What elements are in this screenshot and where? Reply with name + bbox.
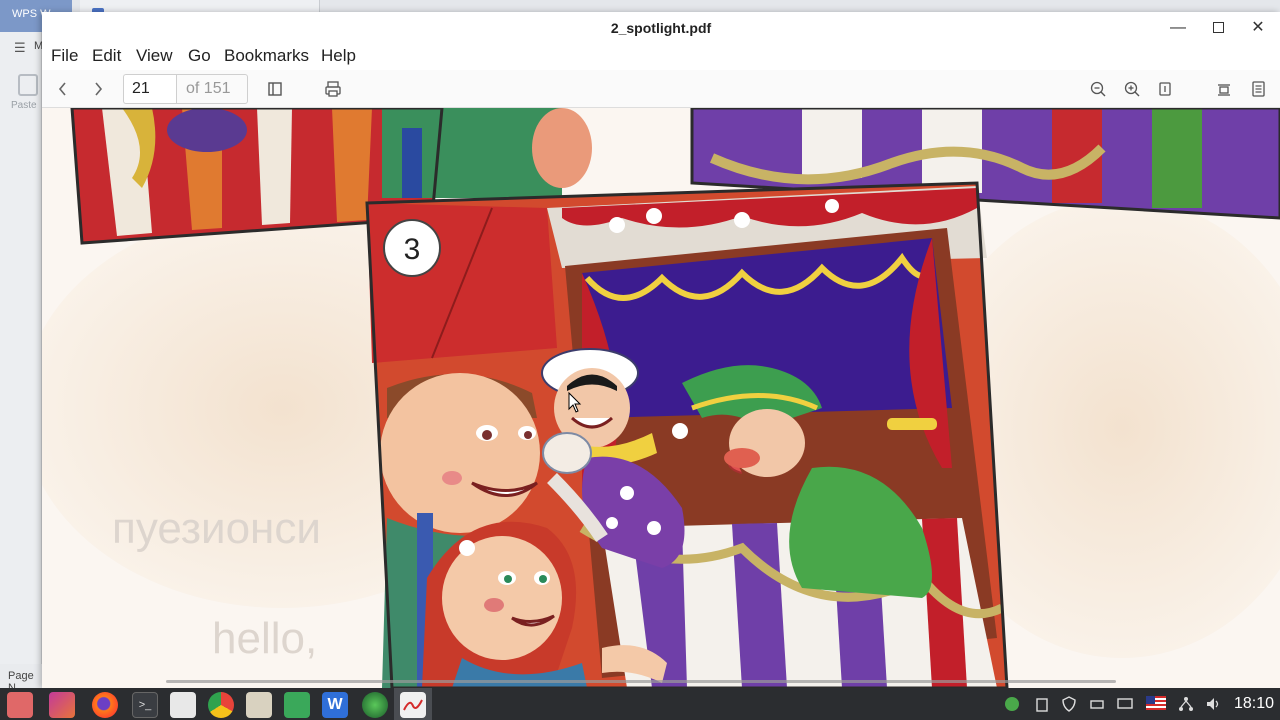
continuous-scroll-icon xyxy=(1218,84,1230,96)
actual-size-icon xyxy=(1159,82,1171,96)
keyboard-layout-flag-icon[interactable] xyxy=(1146,696,1166,713)
taskbar: >_ W 18:10 xyxy=(0,688,1280,720)
faded-hello-text: hello, xyxy=(212,614,317,663)
menu-help[interactable]: Help xyxy=(321,46,356,66)
panel-number: 3 xyxy=(404,233,421,266)
zoom-out-icon xyxy=(1090,81,1106,97)
page-number-input[interactable] xyxy=(123,74,176,104)
page-illustration: пуезионси hello, 3 xyxy=(42,108,1280,688)
page-total-label: of 151 xyxy=(176,74,248,104)
sidebar-icon xyxy=(268,82,282,96)
menubar: File Edit View Go Bookmarks Help xyxy=(42,44,1280,70)
toolbar: of 151 xyxy=(42,70,1280,108)
paste-icon[interactable] xyxy=(18,74,38,96)
display-icon[interactable] xyxy=(1117,696,1133,715)
menu-file[interactable]: File xyxy=(51,46,78,66)
files-icon[interactable] xyxy=(7,692,33,718)
menu-view[interactable]: View xyxy=(136,46,173,66)
pdf-viewer-window: 2_spotlight.pdf — ✕ File Edit View Go Bo… xyxy=(42,12,1280,688)
document-menu-icon xyxy=(1252,81,1265,97)
previous-page-button[interactable] xyxy=(50,76,76,102)
file-manager-icon[interactable] xyxy=(170,692,196,718)
original-size-button[interactable] xyxy=(1152,76,1178,102)
zoom-out-button[interactable] xyxy=(1085,76,1111,102)
background-sidebar: ☰ M Paste Page N xyxy=(0,32,43,694)
document-canvas[interactable]: пуезионси hello, 3 xyxy=(42,108,1280,688)
book-reader-icon[interactable] xyxy=(246,692,272,718)
printer-tray-icon[interactable] xyxy=(1089,696,1105,715)
titlebar[interactable]: 2_spotlight.pdf — ✕ xyxy=(42,12,1280,44)
gradient-app-icon[interactable] xyxy=(49,692,75,718)
close-button[interactable]: ✕ xyxy=(1244,16,1272,40)
wps-writer-icon[interactable]: W xyxy=(322,692,348,718)
terminal-icon[interactable]: >_ xyxy=(132,692,158,718)
volume-icon[interactable] xyxy=(1205,696,1221,715)
minimize-button[interactable]: — xyxy=(1164,16,1192,40)
printer-icon xyxy=(325,81,341,97)
paste-label: Paste xyxy=(11,100,37,111)
clipboard-icon[interactable] xyxy=(1034,696,1050,715)
zoom-in-icon xyxy=(1124,81,1140,97)
menu-go[interactable]: Go xyxy=(188,46,211,66)
spreadsheet-icon[interactable] xyxy=(284,692,310,718)
zoom-in-button[interactable] xyxy=(1119,76,1145,102)
chrome-icon[interactable] xyxy=(208,692,234,718)
pdf-viewer-icon[interactable] xyxy=(400,692,426,718)
firefox-icon[interactable] xyxy=(92,692,118,718)
sidebar-toggle-button[interactable] xyxy=(262,76,288,102)
page-status-label: Page N xyxy=(0,664,42,694)
document-properties-button[interactable] xyxy=(1245,76,1271,102)
globe-app-icon[interactable] xyxy=(362,692,388,718)
comic-panel-3: 3 xyxy=(365,181,1009,688)
continuous-mode-button[interactable] xyxy=(1211,76,1237,102)
menu-edit[interactable]: Edit xyxy=(92,46,121,66)
hamburger-icon[interactable]: ☰ xyxy=(14,40,26,56)
menu-bookmarks[interactable]: Bookmarks xyxy=(224,46,309,66)
clock[interactable]: 18:10 xyxy=(1234,695,1274,713)
next-page-button[interactable] xyxy=(85,76,111,102)
maximize-icon xyxy=(1212,22,1224,34)
window-title: 2_spotlight.pdf xyxy=(610,20,712,36)
chevron-right-icon xyxy=(95,82,103,96)
network-globe-icon[interactable] xyxy=(1004,696,1020,715)
horizontal-scrollbar[interactable] xyxy=(166,680,1116,683)
chevron-left-icon xyxy=(58,82,66,96)
print-button[interactable] xyxy=(320,76,346,102)
network-icon[interactable] xyxy=(1178,696,1194,715)
shield-icon[interactable] xyxy=(1061,696,1077,715)
faded-background-text: пуезионси xyxy=(112,504,321,553)
maximize-button[interactable] xyxy=(1204,16,1232,40)
